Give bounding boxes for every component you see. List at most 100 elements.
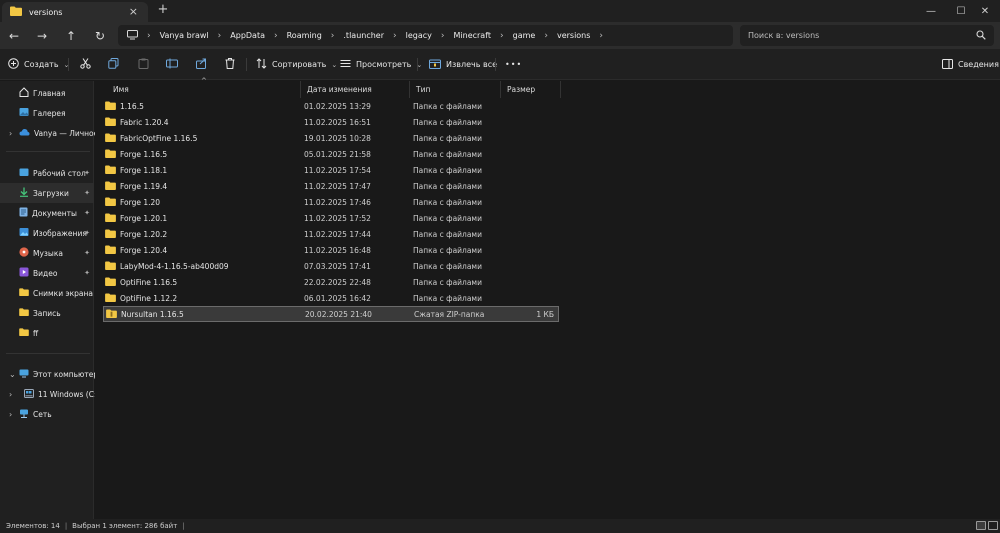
breadcrumb-item[interactable]: Minecraft › <box>454 31 513 41</box>
address-bar[interactable]: › Vanya brawl › AppData › Roaming › .tlaunc… <box>118 25 733 46</box>
tab-close-icon[interactable]: × <box>129 5 138 18</box>
file-row[interactable]: OptiFine 1.16.5 22.02.2025 22:48 Папка с ф… <box>103 274 559 290</box>
sidebar-item-this-pc[interactable]: ⌄ Этот компьютер <box>0 364 98 384</box>
pc-icon <box>19 369 29 380</box>
up-button[interactable]: ↑ <box>61 27 81 44</box>
rename-icon <box>166 58 178 71</box>
breadcrumb-item[interactable]: Roaming › <box>287 31 344 41</box>
details-view-icon[interactable] <box>976 521 986 530</box>
sidebar-item-gallery[interactable]: Галерея <box>0 103 94 123</box>
breadcrumb-item[interactable]: Vanya brawl › <box>160 31 231 41</box>
file-row[interactable]: 1.16.5 01.02.2025 13:29 Папка с файлами <box>103 98 559 114</box>
details-button[interactable]: Сведения <box>942 56 999 73</box>
file-row[interactable]: Forge 1.20.1 11.02.2025 17:52 Папка с файл… <box>103 210 559 226</box>
search-input[interactable]: Поиск в: versions <box>740 25 994 46</box>
pin-icon[interactable]: ✦ <box>84 229 90 237</box>
details-pane-icon <box>942 58 953 71</box>
cut-button[interactable] <box>80 56 91 73</box>
file-row[interactable]: Forge 1.20 11.02.2025 17:46 Папка с файлам… <box>103 194 559 210</box>
minimize-button[interactable]: — <box>916 0 946 22</box>
toolbar-divider <box>246 58 247 71</box>
pin-icon[interactable]: ✦ <box>84 189 90 197</box>
status-separator: | <box>64 522 68 530</box>
chevron-right-icon: › <box>544 30 548 41</box>
file-name-cell: Forge 1.20.2 <box>105 228 167 240</box>
new-tab-button[interactable]: + <box>156 2 170 17</box>
file-name: Forge 1.16.5 <box>120 149 168 159</box>
back-button[interactable]: ← <box>4 27 24 44</box>
sidebar-item-music[interactable]: Музыка ✦ <box>0 243 94 263</box>
pin-icon[interactable]: ✦ <box>84 209 90 217</box>
column-header-size[interactable]: Размер <box>501 81 561 98</box>
sidebar-item-screenshots[interactable]: Снимки экрана <box>0 283 94 303</box>
network-icon <box>19 409 29 420</box>
address-row: ← → ↑ ↻ › Vanya brawl › AppData › Roaming ›… <box>0 22 1000 49</box>
refresh-button[interactable]: ↻ <box>90 27 110 44</box>
close-window-button[interactable]: ✕ <box>970 0 1000 22</box>
chevron-down-icon[interactable]: ⌄ <box>9 370 16 379</box>
chevron-right-icon: › <box>440 30 445 41</box>
file-row[interactable]: Forge 1.16.5 05.01.2025 21:58 Папка с файл… <box>103 146 559 162</box>
file-row[interactable]: Forge 1.20.4 11.02.2025 16:48 Папка с файл… <box>103 242 559 258</box>
share-button[interactable] <box>196 56 207 73</box>
sidebar-item-onedrive[interactable]: › Vanya — Личное <box>0 123 98 143</box>
sidebar-item-label: Запись <box>33 308 61 318</box>
pin-icon[interactable]: ✦ <box>84 169 90 177</box>
extract-all-button[interactable]: Извлечь все <box>429 56 497 73</box>
sidebar-item-desktop[interactable]: Рабочий стол ✦ <box>0 163 94 183</box>
sidebar-item-pictures[interactable]: Изображения ✦ <box>0 223 94 243</box>
zip-folder-icon <box>106 308 117 320</box>
tiles-view-icon[interactable] <box>988 521 998 530</box>
chevron-right-icon: › <box>274 30 278 41</box>
delete-button[interactable] <box>225 56 235 73</box>
rename-button[interactable] <box>166 56 178 73</box>
sidebar-item-drive-c[interactable]: › 11 Windows (C:) <box>0 384 99 404</box>
breadcrumb-item[interactable]: legacy › <box>406 31 454 41</box>
chevron-right-icon[interactable]: › <box>9 390 12 399</box>
sidebar-item-video[interactable]: Видео ✦ <box>0 263 94 283</box>
file-date: 06.01.2025 16:42 <box>304 293 371 303</box>
pin-icon[interactable]: ✦ <box>84 269 90 277</box>
column-header-date[interactable]: Дата изменения <box>301 81 410 98</box>
pin-icon[interactable]: ✦ <box>84 249 90 257</box>
breadcrumb-item[interactable]: .tlauncher › <box>343 31 405 41</box>
file-row[interactable]: Forge 1.19.4 11.02.2025 17:47 Папка с файл… <box>103 178 559 194</box>
breadcrumb-item[interactable]: game › <box>513 31 557 41</box>
folder-icon <box>19 288 29 298</box>
sidebar-item-network[interactable]: › Сеть <box>0 404 94 424</box>
chevron-right-icon: › <box>330 30 335 41</box>
chevron-right-icon[interactable]: › <box>9 129 12 138</box>
sidebar-item-home[interactable]: Главная <box>0 83 94 103</box>
sort-button[interactable]: Сортировать ⌄ <box>256 56 337 73</box>
folder-icon <box>105 228 116 240</box>
forward-button[interactable]: → <box>32 27 52 44</box>
breadcrumb-item[interactable]: AppData › <box>230 31 286 41</box>
paste-button[interactable] <box>138 56 149 73</box>
column-header-name[interactable]: Имя <box>107 81 301 98</box>
sidebar-item-label: Сеть <box>33 409 52 419</box>
folder-icon <box>105 212 116 224</box>
file-row[interactable]: Forge 1.18.1 11.02.2025 17:54 Папка с файл… <box>103 162 559 178</box>
tab-versions[interactable]: versions × <box>2 2 148 22</box>
sidebar-item-documents[interactable]: Документы ✦ <box>0 203 94 223</box>
create-button[interactable]: Создать ⌄ <box>8 56 69 73</box>
sidebar-item-ff[interactable]: ff <box>0 323 94 343</box>
file-name-cell: Forge 1.20.1 <box>105 212 167 224</box>
file-date: 11.02.2025 16:48 <box>304 245 371 255</box>
file-date: 11.02.2025 16:51 <box>304 117 371 127</box>
file-row[interactable]: FabricOptFine 1.16.5 19.01.2025 10:28 Папк… <box>103 130 559 146</box>
chevron-right-icon[interactable]: › <box>9 410 12 419</box>
sidebar-item-recordings[interactable]: Запись <box>0 303 94 323</box>
file-row[interactable]: LabyMod-4-1.16.5-ab400d09 07.03.2025 17:4… <box>103 258 559 274</box>
file-row[interactable]: OptiFine 1.12.2 06.01.2025 16:42 Папка с ф… <box>103 290 559 306</box>
breadcrumb-item[interactable]: versions › <box>557 31 612 41</box>
column-header-type[interactable]: Тип <box>410 81 501 98</box>
file-row[interactable]: Fabric 1.20.4 11.02.2025 16:51 Папка с фай… <box>103 114 559 130</box>
folder-icon <box>105 244 116 256</box>
sidebar-item-downloads[interactable]: Загрузки ✦ <box>0 183 94 203</box>
copy-button[interactable] <box>108 56 119 73</box>
more-options-button[interactable]: ••• <box>505 56 522 73</box>
file-row[interactable]: Nursultan 1.16.5 20.02.2025 21:40 Сжатая Z… <box>103 306 559 322</box>
view-button[interactable]: Просмотреть ⌄ <box>340 56 422 73</box>
file-row[interactable]: Forge 1.20.2 11.02.2025 17:44 Папка с файл… <box>103 226 559 242</box>
